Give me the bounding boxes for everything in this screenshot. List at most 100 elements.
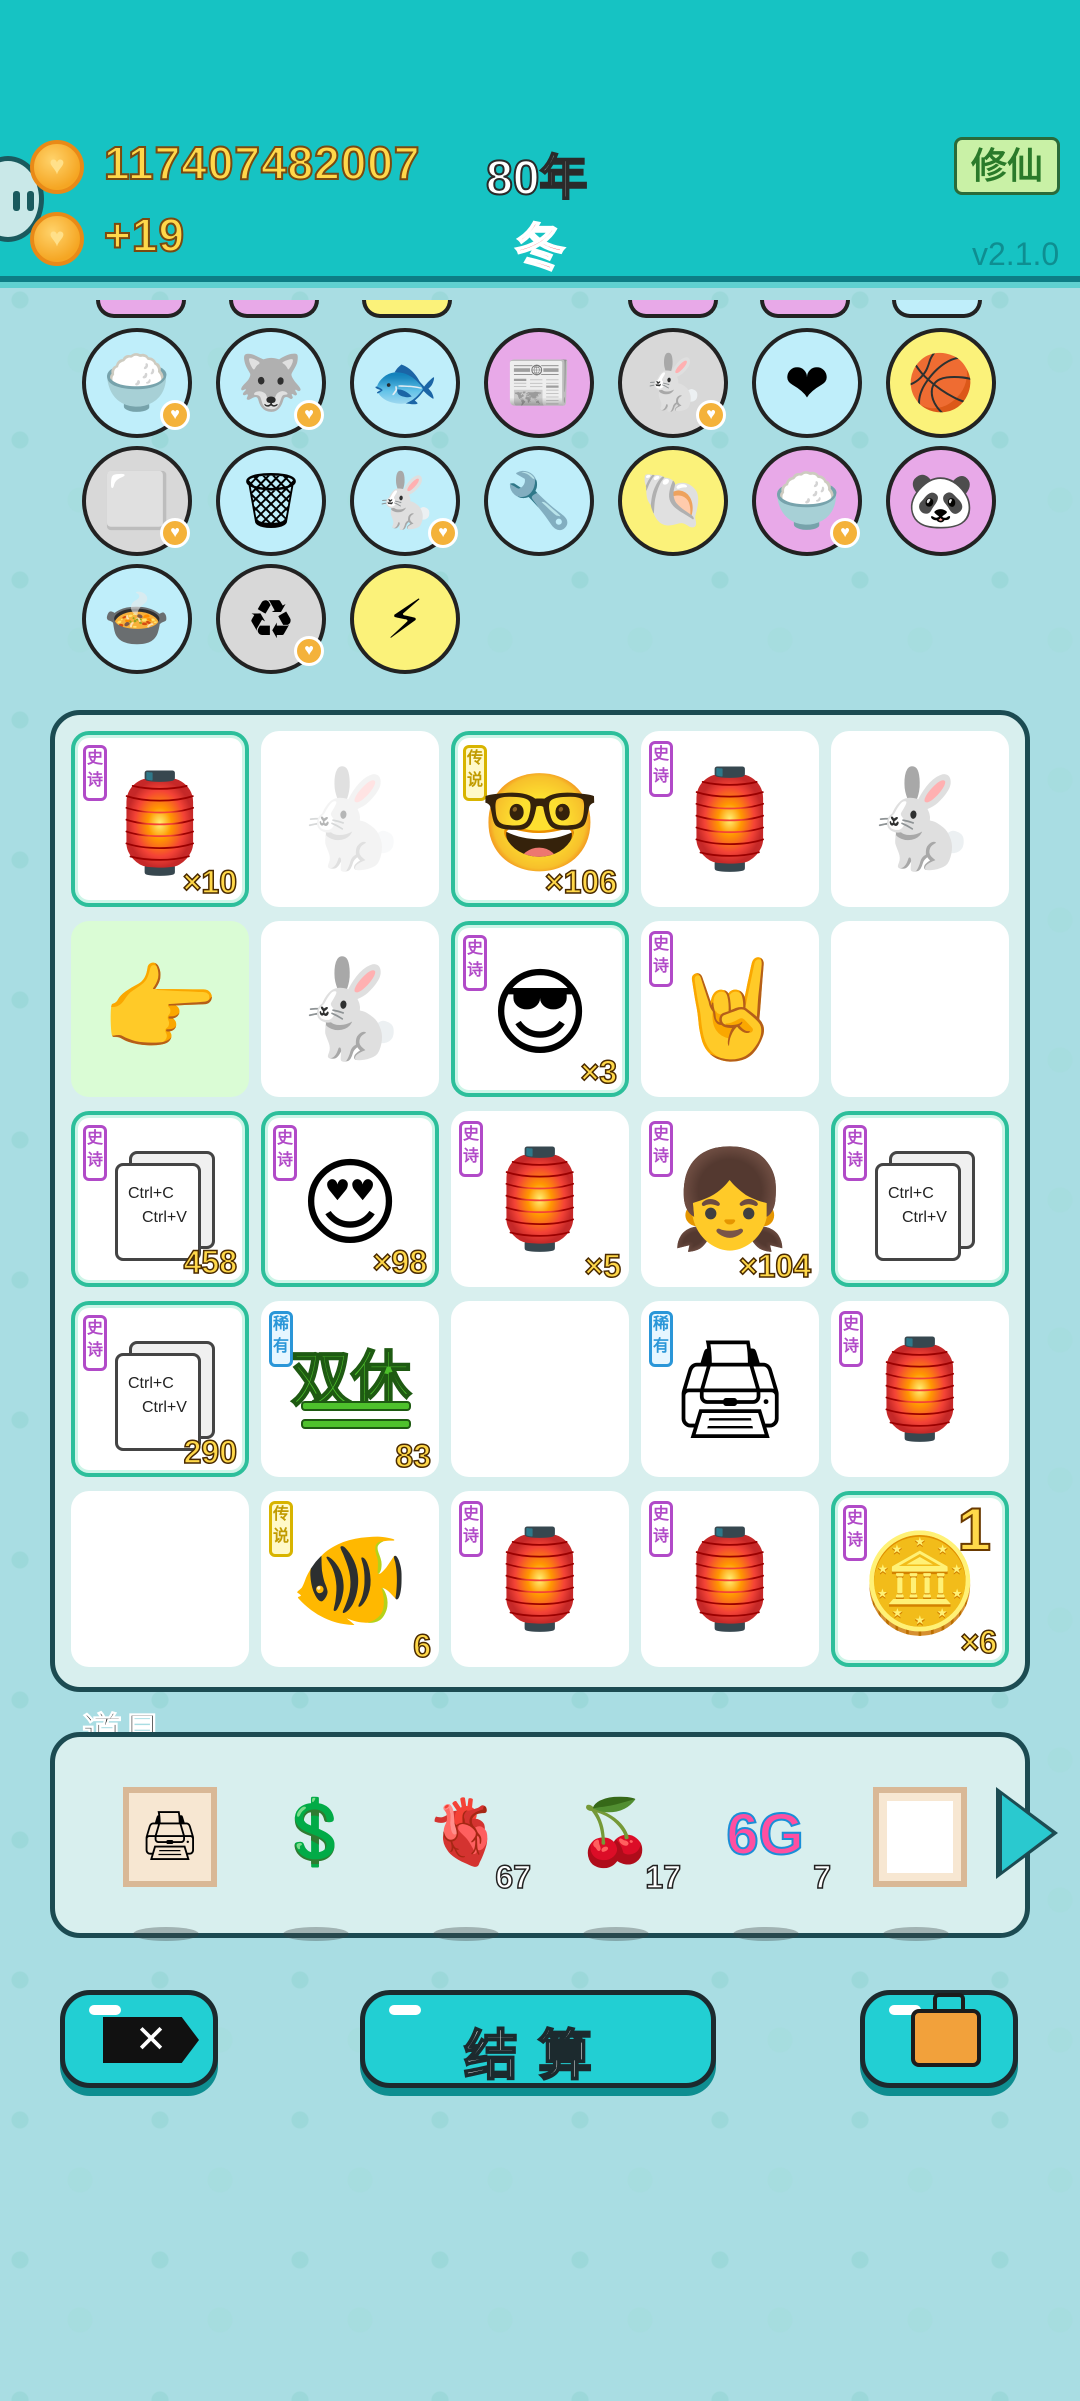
prop-count: 67 [495, 1858, 532, 1896]
board-tile[interactable]: 传说 🐠 6 [261, 1491, 439, 1667]
top-bar: 117407482007 +19 80年 冬 修仙 v2.1.0 [0, 0, 1080, 288]
heart-badge-icon: ♥ [160, 400, 190, 430]
card-text: Ctrl+V [902, 1209, 947, 1226]
heart-badge-icon: ♥ [696, 400, 726, 430]
tile-count: ×106 [544, 863, 618, 901]
tile-count: ×10 [182, 863, 238, 901]
board-tile[interactable]: 🐇 [831, 731, 1009, 907]
board-tile[interactable]: 史诗 😎 ×3 [451, 921, 629, 1097]
settle-label: 结算 [463, 2025, 612, 2087]
rarity-badge: 史诗 [83, 1125, 107, 1181]
fish-tank-icon[interactable]: 🐟 [350, 328, 460, 438]
rabbit-icon[interactable]: 🐇 ♥ [618, 328, 728, 438]
rarity-badge: 稀有 [269, 1311, 293, 1367]
rice-bowl-icon[interactable]: 🍚 ♥ [82, 328, 192, 438]
board-tile[interactable]: 史诗 🏮 ×10 [71, 731, 249, 907]
heart-badge-icon: ♥ [160, 518, 190, 548]
tofu-cubes-icon[interactable]: ⬜ ♥ [82, 446, 192, 556]
dollar-coin-icon[interactable]: 💲 [265, 1777, 365, 1941]
board-tile[interactable]: 史诗 😍 ×98 [261, 1111, 439, 1287]
tile-count: ×98 [372, 1243, 428, 1281]
board-tile[interactable]: 传说 🤓 ×106 [451, 731, 629, 907]
briefcase-icon [911, 1993, 981, 2067]
coin-overlay-number: 1 [957, 1495, 992, 1564]
board-tile[interactable]: 史诗 🏮 [451, 1491, 629, 1667]
board-tile[interactable]: 🐇 [261, 731, 439, 907]
rice-bowl-icon[interactable]: 🍚 ♥ [752, 446, 862, 556]
prop-glyph: 6G [725, 1801, 804, 1868]
board-tile[interactable]: 史诗 Ctrl+C Ctrl+V 458 [71, 1111, 249, 1287]
board-tile[interactable]: 👉 [71, 921, 249, 1097]
shell-icon[interactable]: 🐚 [618, 446, 728, 556]
coin-icon [30, 140, 84, 194]
board-tile[interactable]: 史诗 🏮 [831, 1301, 1009, 1477]
version-label: v2.1.0 [972, 236, 1060, 272]
lychee-icon[interactable]: 🍒 17 [565, 1777, 682, 1941]
husky-icon[interactable]: 🐺 ♥ [216, 328, 326, 438]
tile-item-icon: 🖨 [669, 1336, 791, 1443]
tile-item-icon: 🏮 [480, 1526, 600, 1633]
tile-item-icon: 👧 [670, 1146, 790, 1253]
6g-icon[interactable]: 6G 7 [715, 1777, 832, 1941]
board-tile[interactable]: 稀有 双休 83 [261, 1301, 439, 1477]
tile-item-icon: 🐇 [290, 766, 410, 873]
card-text: Ctrl+C [128, 1185, 174, 1202]
prop-count: 17 [645, 1858, 682, 1896]
heart-badge-icon: ♥ [294, 400, 324, 430]
frame [873, 1787, 967, 1887]
board-tile[interactable]: 史诗 Ctrl+C Ctrl+V 290 [71, 1301, 249, 1477]
prop-count: 7 [812, 1858, 831, 1896]
board-tile[interactable]: 史诗 👧 ×104 [641, 1111, 819, 1287]
year-label: 80年 [485, 151, 588, 206]
printer-frame-icon[interactable]: 🖨 [115, 1777, 217, 1941]
board-tile[interactable]: 史诗 🤘 [641, 921, 819, 1097]
duck-pot-icon[interactable]: 🍲 [82, 564, 192, 674]
tile-count: ×6 [960, 1623, 998, 1661]
tile-item-icon: 🏮 [670, 1526, 790, 1633]
trash-bag-icon[interactable]: 🗑 [216, 446, 326, 556]
bag-button[interactable] [860, 1990, 1018, 2088]
rabbit-icon[interactable]: 🐇 ♥ [350, 446, 460, 556]
lightning-icon[interactable]: ⚡ [350, 564, 460, 674]
board-tile[interactable]: 史诗 🏮 ×5 [451, 1111, 629, 1287]
blank-frame-icon[interactable] [865, 1777, 967, 1941]
partial-item [628, 300, 718, 318]
basketballs-icon[interactable]: 🏀 [886, 328, 996, 438]
coin-total: 117407482007 [103, 136, 421, 190]
tile-item-icon: 🏮 [670, 766, 790, 873]
time-magazine-icon[interactable]: 📰 [484, 328, 594, 438]
merge-board: 史诗 🏮 ×10 🐇 传说 🤓 ×106 史诗 🏮 🐇 👉 🐇 史诗 😎 ×3 史诗 🤘 史诗 Ctrl+C Ctrl… [50, 710, 1030, 1692]
heart-badge-icon: ♥ [294, 636, 324, 666]
liver-icon[interactable]: 🫀 67 [415, 1777, 532, 1941]
board-tile[interactable] [831, 921, 1009, 1097]
board-tile[interactable]: 🐇 [261, 921, 439, 1097]
board-tile[interactable] [451, 1301, 629, 1477]
button-shine [89, 2005, 121, 2015]
prop-shadow [433, 1927, 499, 1941]
heart-fan-icon[interactable]: ❤ [752, 328, 862, 438]
board-tile[interactable]: 史诗 🪙 1 ×6 [831, 1491, 1009, 1667]
board-tile[interactable] [71, 1491, 249, 1667]
board-tile[interactable]: 史诗 🏮 [641, 731, 819, 907]
prop-glyph: 🍒 [575, 1796, 655, 1868]
xiuxian-button[interactable]: 修仙 [954, 137, 1060, 195]
board-tile[interactable]: 稀有 🖨 [641, 1301, 819, 1477]
heart-badge-icon: ♥ [428, 518, 458, 548]
tile-item-icon: 🤘 [670, 956, 790, 1063]
board-tile[interactable]: 史诗 Ctrl+C Ctrl+V [831, 1111, 1009, 1287]
air-pump-icon[interactable]: 🔧 [484, 446, 594, 556]
prop-shadow [883, 1927, 949, 1941]
weekend-line [301, 1419, 411, 1429]
close-button[interactable]: ✕ [60, 1990, 218, 2088]
tile-item-icon: 🏮 [860, 1336, 980, 1443]
tile-count: ×104 [738, 1247, 812, 1285]
props-next-icon[interactable] [1002, 1795, 1052, 1871]
panda-icon[interactable]: 🐼 [886, 446, 996, 556]
recycle-icon[interactable]: ♻ ♥ [216, 564, 326, 674]
board-tile[interactable]: 史诗 🏮 [641, 1491, 819, 1667]
tile-item-icon: 👉 [100, 956, 220, 1063]
prop-shadow [283, 1927, 349, 1941]
settle-button[interactable]: 结算 [360, 1990, 716, 2088]
props-panel: 🖨 💲 🫀 67 🍒 17 6G 7 [50, 1732, 1030, 1941]
rarity-badge: 史诗 [83, 1315, 107, 1371]
